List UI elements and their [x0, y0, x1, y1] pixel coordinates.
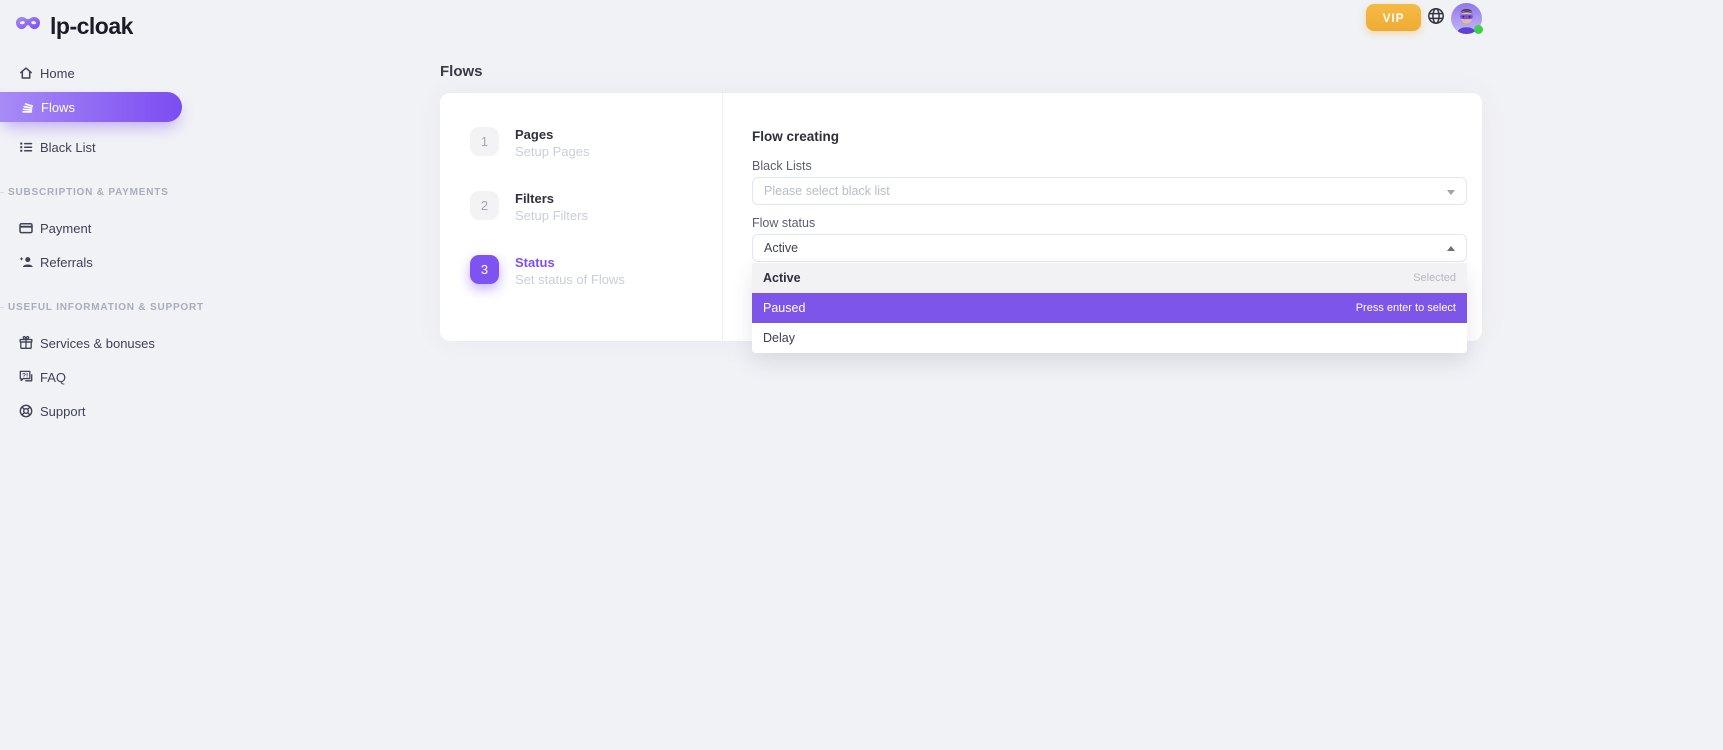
chevron-up-icon	[1447, 242, 1455, 251]
online-status-dot	[1474, 25, 1483, 34]
step-title: Pages	[515, 128, 589, 142]
app-logo[interactable]: lp-cloak	[15, 10, 200, 42]
step-number-badge: 3	[470, 255, 499, 284]
sidebar-item-label: Referrals	[40, 255, 93, 270]
sidebar-item-services-bonuses[interactable]: Services & bonuses	[0, 328, 200, 358]
step-number-badge: 2	[470, 191, 499, 220]
sidebar: lp-cloak Home Flows	[0, 0, 200, 430]
option-label: Delay	[763, 331, 795, 345]
sidebar-item-label: Services & bonuses	[40, 336, 155, 351]
person-star-icon	[18, 254, 34, 270]
sidebar-item-payment[interactable]: Payment	[0, 213, 200, 243]
mask-logo-icon	[15, 15, 41, 37]
flow-creating-panel: Flow creating Black Lists Please select …	[723, 93, 1482, 341]
page-title: Flows	[440, 63, 483, 80]
wizard-steps: 1 Pages Setup Pages 2 Filters Setup Filt…	[440, 93, 723, 341]
option-label: Paused	[763, 301, 805, 315]
gift-icon	[18, 335, 34, 351]
flow-status-dropdown: Active Selected Paused Press enter to se…	[752, 263, 1467, 353]
sidebar-item-flows[interactable]: Flows	[0, 92, 182, 122]
step-number-badge: 1	[470, 127, 499, 156]
option-hint: Press enter to select	[1356, 302, 1456, 314]
sidebar-item-faq[interactable]: ?! FAQ	[0, 362, 200, 392]
step-title: Status	[515, 256, 625, 270]
black-lists-placeholder: Please select black list	[764, 184, 890, 198]
flow-status-value: Active	[764, 241, 798, 255]
sidebar-item-referrals[interactable]: Referrals	[0, 247, 200, 277]
sidebar-item-label: Home	[40, 66, 75, 81]
sidebar-item-label: Payment	[40, 221, 91, 236]
faq-chat-icon: ?!	[18, 369, 34, 385]
step-filters[interactable]: 2 Filters Setup Filters	[470, 191, 722, 223]
step-subtitle: Setup Filters	[515, 209, 588, 223]
option-active[interactable]: Active Selected	[752, 263, 1467, 293]
step-pages[interactable]: 1 Pages Setup Pages	[470, 127, 722, 159]
step-title: Filters	[515, 192, 588, 206]
chevron-down-icon	[1447, 190, 1455, 199]
user-avatar[interactable]	[1451, 3, 1482, 34]
sidebar-item-home[interactable]: Home	[0, 58, 200, 88]
sidebar-item-support[interactable]: Support	[0, 396, 200, 426]
stack-icon	[19, 99, 35, 115]
sidebar-item-label: Black List	[40, 140, 96, 155]
sidebar-section-subscription: SUBSCRIPTION & PAYMENTS	[0, 187, 172, 198]
option-paused[interactable]: Paused Press enter to select	[752, 293, 1467, 323]
sidebar-item-black-list[interactable]: Black List	[0, 132, 200, 162]
credit-card-icon	[18, 220, 34, 236]
sidebar-item-label: Flows	[41, 100, 75, 115]
step-subtitle: Setup Pages	[515, 145, 589, 159]
option-hint: Selected	[1413, 272, 1456, 284]
sidebar-item-label: FAQ	[40, 370, 66, 385]
sidebar-nav: Home Flows	[0, 58, 200, 426]
sidebar-section-support: USEFUL INFORMATION & SUPPORT	[0, 302, 172, 313]
list-icon	[18, 139, 34, 155]
app-screen: lp-cloak Home Flows	[0, 0, 1723, 750]
option-label: Active	[763, 271, 801, 285]
language-globe-icon[interactable]	[1427, 7, 1445, 25]
flow-status-select[interactable]: Active	[752, 234, 1467, 262]
sidebar-item-label: Support	[40, 404, 86, 419]
flow-wizard-card: 1 Pages Setup Pages 2 Filters Setup Filt…	[440, 93, 1482, 341]
vip-button[interactable]: VIP	[1366, 4, 1421, 31]
black-lists-label: Black Lists	[752, 159, 1467, 173]
home-icon	[18, 65, 34, 81]
app-name: lp-cloak	[50, 13, 133, 40]
step-status[interactable]: 3 Status Set status of Flows	[470, 255, 722, 287]
step-subtitle: Set status of Flows	[515, 273, 625, 287]
black-lists-select[interactable]: Please select black list	[752, 177, 1467, 205]
svg-text:?!: ?!	[22, 372, 28, 379]
lifebuoy-icon	[18, 403, 34, 419]
option-delay[interactable]: Delay	[752, 323, 1467, 353]
panel-title: Flow creating	[752, 130, 1467, 144]
flow-status-label: Flow status	[752, 216, 1467, 230]
